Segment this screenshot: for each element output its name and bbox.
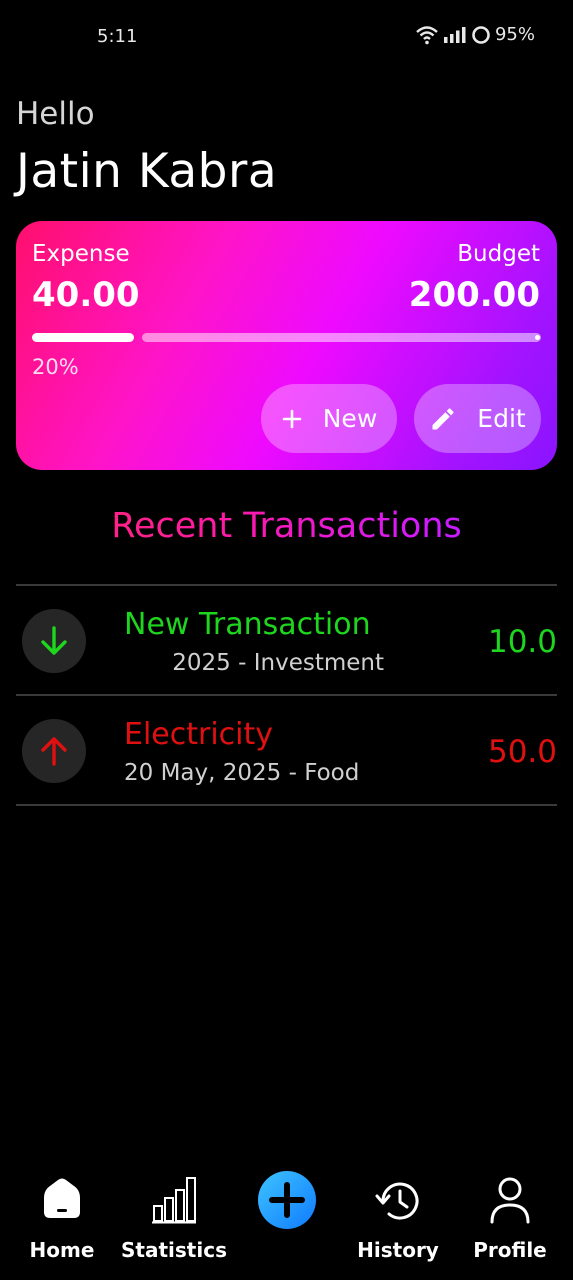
budget-progress-bar xyxy=(32,333,541,342)
transaction-title: New Transaction xyxy=(124,607,371,642)
new-button-label: New xyxy=(322,404,378,433)
plus-icon xyxy=(282,409,302,428)
wifi-icon xyxy=(416,25,438,44)
transaction-direction-badge xyxy=(22,719,86,783)
pencil-icon xyxy=(432,407,454,429)
user-name: Jatin Kabra xyxy=(16,144,278,199)
progress-fill xyxy=(32,333,134,342)
nav-history[interactable]: History xyxy=(343,1160,453,1270)
battery-percent: 95% xyxy=(494,24,535,45)
transaction-subtitle: 2025 - Investment xyxy=(172,650,384,676)
expense-label: Expense xyxy=(32,241,130,267)
recent-transactions-title: Recent Transactions xyxy=(0,506,573,546)
nav-history-label: History xyxy=(357,1238,439,1262)
signal-icon xyxy=(443,26,466,43)
arrow-down-icon xyxy=(41,626,67,655)
progress-remaining xyxy=(142,333,541,342)
progress-end-dot xyxy=(535,335,540,340)
bar-chart-icon xyxy=(152,1177,196,1224)
transaction-title: Electricity xyxy=(124,717,274,752)
budget-card: Expense Budget 40.00 200.00 20% New Edit xyxy=(16,221,557,470)
transaction-direction-badge xyxy=(22,609,86,673)
budget-label: Budget xyxy=(457,241,540,267)
greeting: Hello xyxy=(16,96,95,132)
arrow-up-icon xyxy=(41,737,67,766)
battery-ring-icon xyxy=(472,25,490,44)
edit-button-label: Edit xyxy=(477,404,526,433)
add-icon xyxy=(269,1182,305,1218)
progress-percent: 20% xyxy=(32,355,79,379)
transaction-row[interactable]: Electricity 20 May, 2025 - Food 50.0 xyxy=(16,696,557,804)
transaction-amount: 50.0 xyxy=(487,734,557,770)
budget-value: 200.00 xyxy=(408,275,540,315)
transaction-subtitle-clip: 2025 - Investment xyxy=(124,650,384,684)
status-icons: 95% xyxy=(415,24,535,45)
transaction-subtitle: 20 May, 2025 - Food xyxy=(124,760,360,786)
transaction-amount: 10.0 xyxy=(487,624,557,660)
nav-home[interactable]: Home xyxy=(7,1160,117,1270)
nav-statistics-label: Statistics xyxy=(121,1238,227,1262)
status-bar: 5:11 95% xyxy=(0,0,573,74)
nav-profile[interactable]: Profile xyxy=(455,1160,565,1270)
history-icon xyxy=(375,1182,419,1220)
divider xyxy=(16,804,557,806)
new-transaction-button[interactable]: New xyxy=(261,384,397,453)
expense-value: 40.00 xyxy=(32,275,140,315)
bottom-navigation: Home Statistics History Profile xyxy=(0,1160,573,1280)
transaction-row[interactable]: New Transaction 2025 - Investment 10.0 xyxy=(16,586,557,694)
status-time: 5:11 xyxy=(97,26,138,47)
edit-budget-button[interactable]: Edit xyxy=(414,384,541,453)
add-transaction-fab[interactable] xyxy=(258,1171,316,1229)
home-icon xyxy=(44,1178,80,1218)
nav-statistics[interactable]: Statistics xyxy=(119,1160,229,1270)
profile-icon xyxy=(490,1177,530,1224)
nav-home-label: Home xyxy=(29,1238,95,1262)
nav-profile-label: Profile xyxy=(473,1238,547,1262)
